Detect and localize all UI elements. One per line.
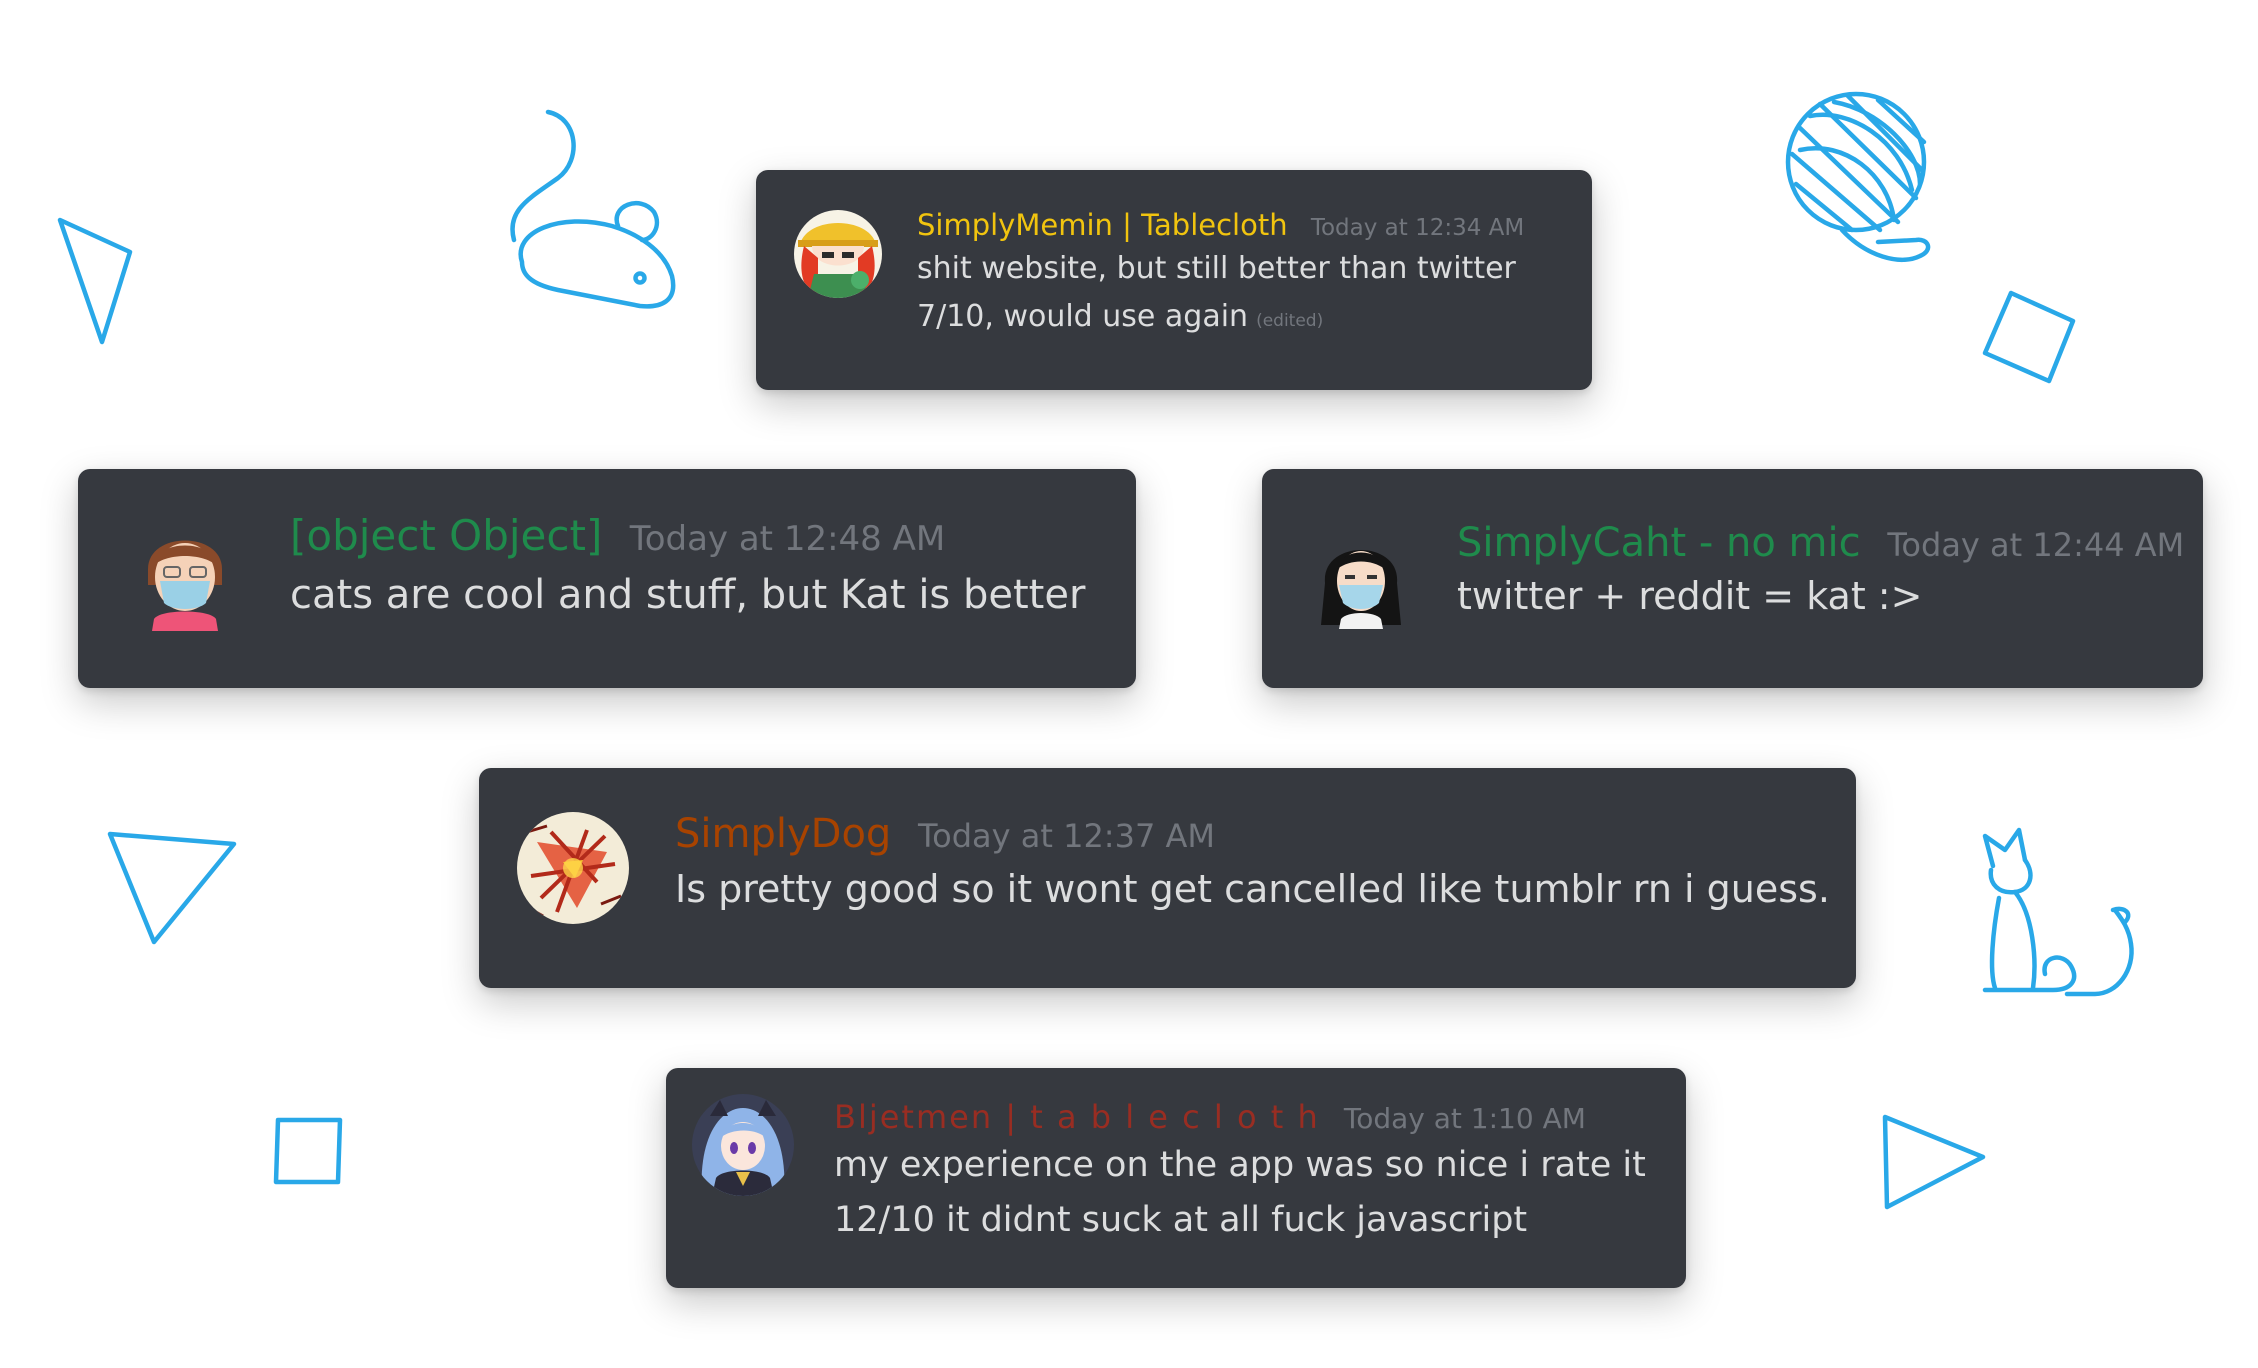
message-line: shit website, but still better than twit… xyxy=(917,250,1516,286)
message-body: SimplyCaht - no mic Today at 12:44 AM tw… xyxy=(1457,519,2184,625)
cat-doodle-icon xyxy=(1982,827,2134,997)
yarn-ball-icon xyxy=(1785,91,1931,262)
message-text: cats are cool and stuff, but Kat is bett… xyxy=(290,565,1085,625)
timestamp: Today at 12:34 AM xyxy=(1310,215,1525,241)
timestamp: Today at 12:48 AM xyxy=(629,519,946,559)
message-card: Bljetmen | t a b l e c l o t h Today at … xyxy=(666,1068,1686,1288)
edited-tag: (edited) xyxy=(1256,310,1324,331)
mii-boy-mask-avatar xyxy=(148,540,222,631)
username[interactable]: SimplyCaht - no mic xyxy=(1457,520,1861,566)
username[interactable]: SimplyDog xyxy=(675,811,891,857)
message-card: [object Object] Today at 12:48 AM cats a… xyxy=(78,469,1136,688)
message-text: shit website, but still better than twit… xyxy=(917,245,1524,345)
message-card: SimplyCaht - no mic Today at 12:44 AM tw… xyxy=(1262,469,2203,688)
mouse-doodle-icon xyxy=(510,109,676,309)
message-line: 7/10, would use again xyxy=(917,298,1249,334)
play-triangle-icon xyxy=(1882,1114,1986,1210)
message-text: my experience on the app was so nice i r… xyxy=(834,1138,1646,1248)
message-card: SimplyMemin | Tablecloth Today at 12:34 … xyxy=(756,170,1592,390)
message-text: Is pretty good so it wont get cancelled … xyxy=(675,858,1830,920)
message-line: my experience on the app was so nice i r… xyxy=(834,1145,1646,1186)
mii-girl-mask-avatar xyxy=(1321,550,1401,629)
message-line: 12/10 it didnt suck at all fuck javascri… xyxy=(834,1200,1528,1241)
username[interactable]: [object Object] xyxy=(290,511,602,560)
message-body: Bljetmen | t a b l e c l o t h Today at … xyxy=(834,1098,1646,1248)
message-body: SimplyMemin | Tablecloth Today at 12:34 … xyxy=(917,208,1524,345)
message-body: [object Object] Today at 12:48 AM cats a… xyxy=(290,511,1085,625)
avatar[interactable] xyxy=(517,812,629,924)
username[interactable]: Bljetmen | t a b l e c l o t h xyxy=(834,1098,1320,1136)
triangle-outline-icon xyxy=(57,217,133,345)
timestamp: Today at 12:44 AM xyxy=(1887,526,2185,564)
timestamp: Today at 12:37 AM xyxy=(918,817,1215,855)
square-outline-icon xyxy=(273,1117,343,1185)
avatar[interactable] xyxy=(794,210,882,298)
message-text: twitter + reddit = kat :> xyxy=(1457,567,2184,625)
square-outline-icon xyxy=(1982,290,2076,384)
avatar[interactable] xyxy=(138,525,232,631)
message-line: cats are cool and stuff, but Kat is bett… xyxy=(290,572,1086,619)
anime-girl-hat-avatar xyxy=(794,210,882,298)
showcase-canvas: SimplyMemin | Tablecloth Today at 12:34 … xyxy=(0,0,2258,1368)
timestamp: Today at 1:10 AM xyxy=(1343,1102,1586,1135)
anime-blue-hair-avatar xyxy=(692,1094,794,1196)
username[interactable]: SimplyMemin | Tablecloth xyxy=(917,208,1288,242)
message-line: twitter + reddit = kat :> xyxy=(1457,574,1923,618)
message-line: Is pretty good so it wont get cancelled … xyxy=(675,867,1830,911)
message-body: SimplyDog Today at 12:37 AM Is pretty go… xyxy=(675,810,1830,920)
abstract-art-avatar xyxy=(517,812,629,924)
avatar[interactable] xyxy=(692,1094,794,1196)
message-card: SimplyDog Today at 12:37 AM Is pretty go… xyxy=(479,768,1856,988)
triangle-outline-icon xyxy=(107,831,237,945)
avatar[interactable] xyxy=(1317,533,1405,629)
